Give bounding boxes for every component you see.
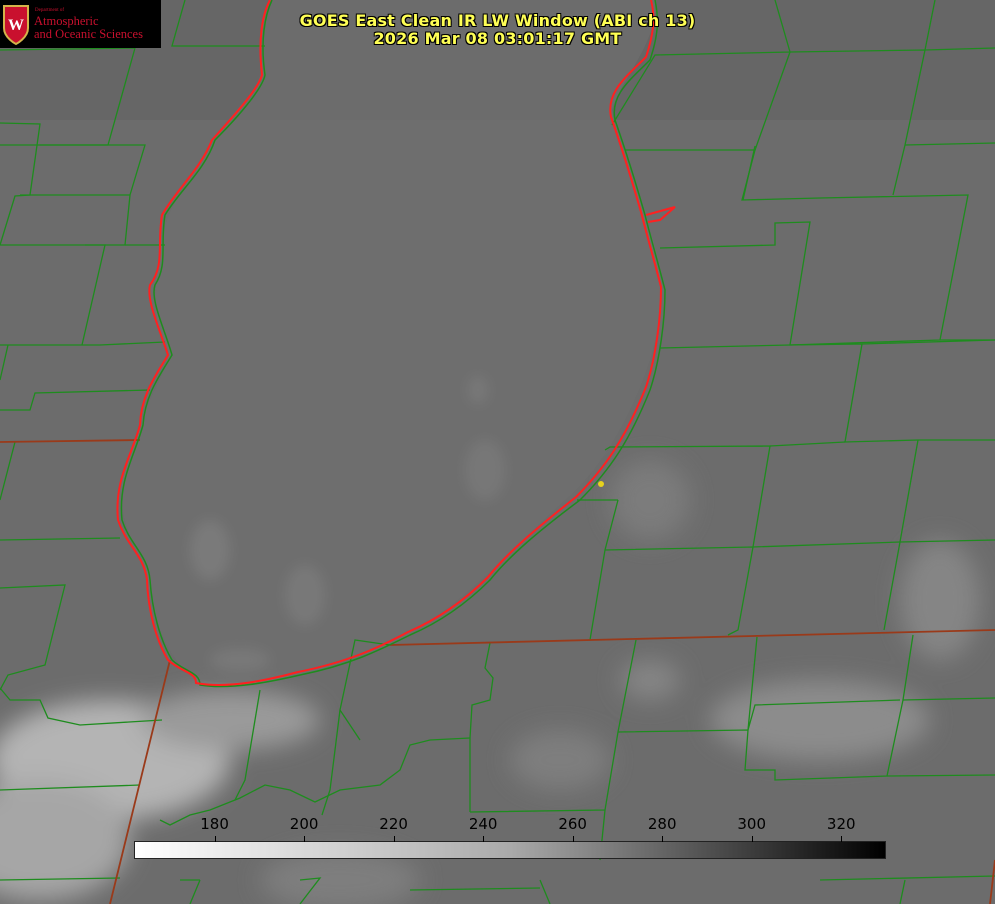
colorbar-tick-mark <box>841 836 843 842</box>
colorbar-tick-mark <box>572 836 574 842</box>
colorbar-tick-label: 180 <box>200 815 229 833</box>
colorbar-tick-label: 280 <box>647 815 677 833</box>
colorbar-tick-label: 260 <box>558 815 587 833</box>
station-marker-icon <box>598 481 604 487</box>
colorbar <box>134 841 886 859</box>
colorbar-tick-mark <box>304 836 306 842</box>
colorbar-tick-mark <box>483 836 485 842</box>
svg-text:W: W <box>8 17 24 34</box>
colorbar-tick-label: 300 <box>737 815 767 833</box>
logo-line2: and Oceanic Sciences <box>34 27 143 41</box>
colorbar-tick-label: 320 <box>826 815 856 833</box>
colorbar-tick-label: 240 <box>468 815 498 833</box>
colorbar-tick-mark <box>751 836 753 842</box>
colorbar-tick-label: 200 <box>289 815 319 833</box>
wisconsin-crest-icon: W <box>3 5 29 46</box>
colorbar-tick-mark <box>393 836 395 842</box>
aos-logo[interactable]: W Department of Atmospheric and Oceanic … <box>0 0 161 48</box>
logo-department: Department of <box>35 8 65 13</box>
colorbar-tick-mark <box>214 836 216 842</box>
satellite-map <box>0 0 995 904</box>
colorbar-tick-label: 220 <box>379 815 408 833</box>
colorbar-tick-mark <box>662 836 664 842</box>
